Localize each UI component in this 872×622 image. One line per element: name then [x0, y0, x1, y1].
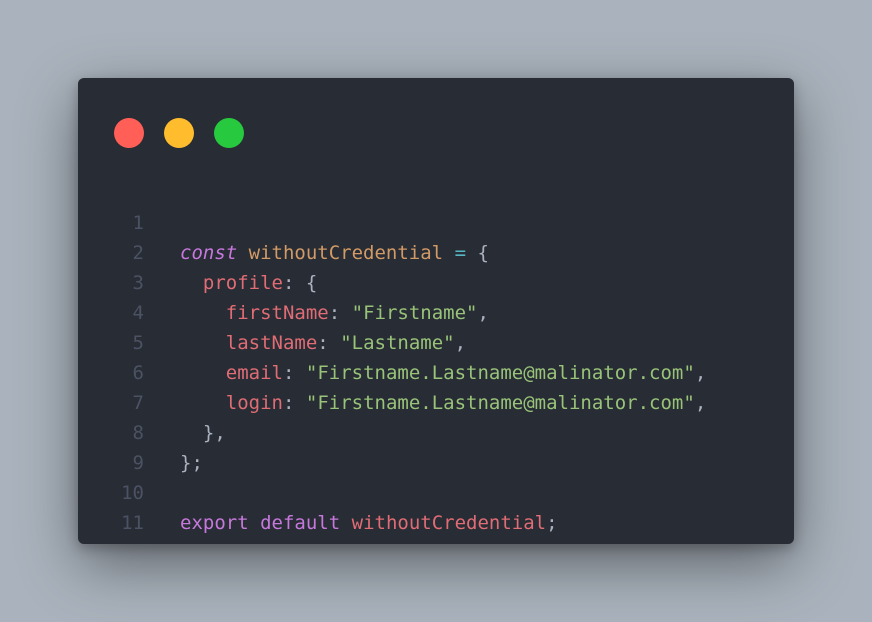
code-line: 11	[78, 478, 794, 534]
code-line: 10 export default withoutCredential;	[78, 448, 794, 534]
code-line: 9	[78, 418, 794, 474]
maximize-window-button[interactable]	[214, 118, 244, 148]
code-line: 5 email: "Firstname.Lastname@malinator.c…	[78, 298, 794, 384]
code-block: 1 const withoutCredential = { 2 profile:…	[78, 178, 794, 534]
close-window-button[interactable]	[114, 118, 144, 148]
code-window: 1 const withoutCredential = { 2 profile:…	[78, 78, 794, 544]
export-identifier: withoutCredential	[351, 512, 547, 534]
semicolon: ;	[546, 512, 558, 534]
line-number: 11	[121, 512, 144, 534]
code-line: 8 };	[78, 388, 794, 474]
line-content: export default withoutCredential;	[180, 508, 558, 538]
code-line: 2 profile: {	[78, 208, 794, 294]
code-line: 4 lastName: "Lastname",	[78, 268, 794, 354]
minimize-window-button[interactable]	[164, 118, 194, 148]
code-line: 7 },	[78, 358, 794, 444]
keyword-default: default	[260, 512, 341, 534]
keyword-export: export	[180, 512, 249, 534]
code-line: 1 const withoutCredential = {	[78, 178, 794, 264]
code-line: 3 firstName: "Firstname",	[78, 238, 794, 324]
code-line: 6 login: "Firstname.Lastname@malinator.c…	[78, 328, 794, 414]
